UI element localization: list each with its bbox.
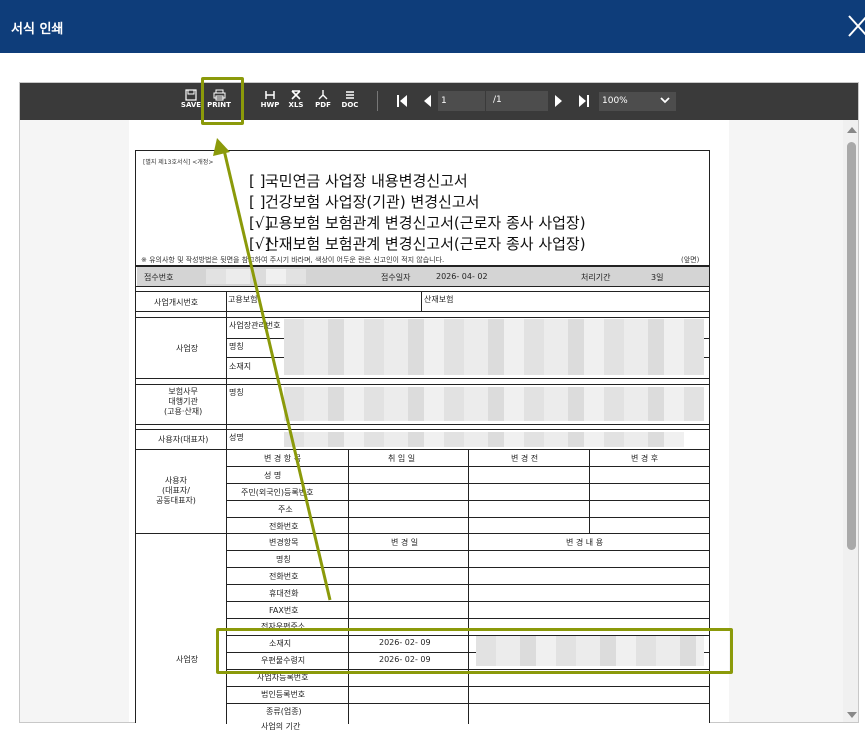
page-total-text: /1 bbox=[493, 95, 502, 105]
annotation-arrow bbox=[213, 138, 332, 601]
